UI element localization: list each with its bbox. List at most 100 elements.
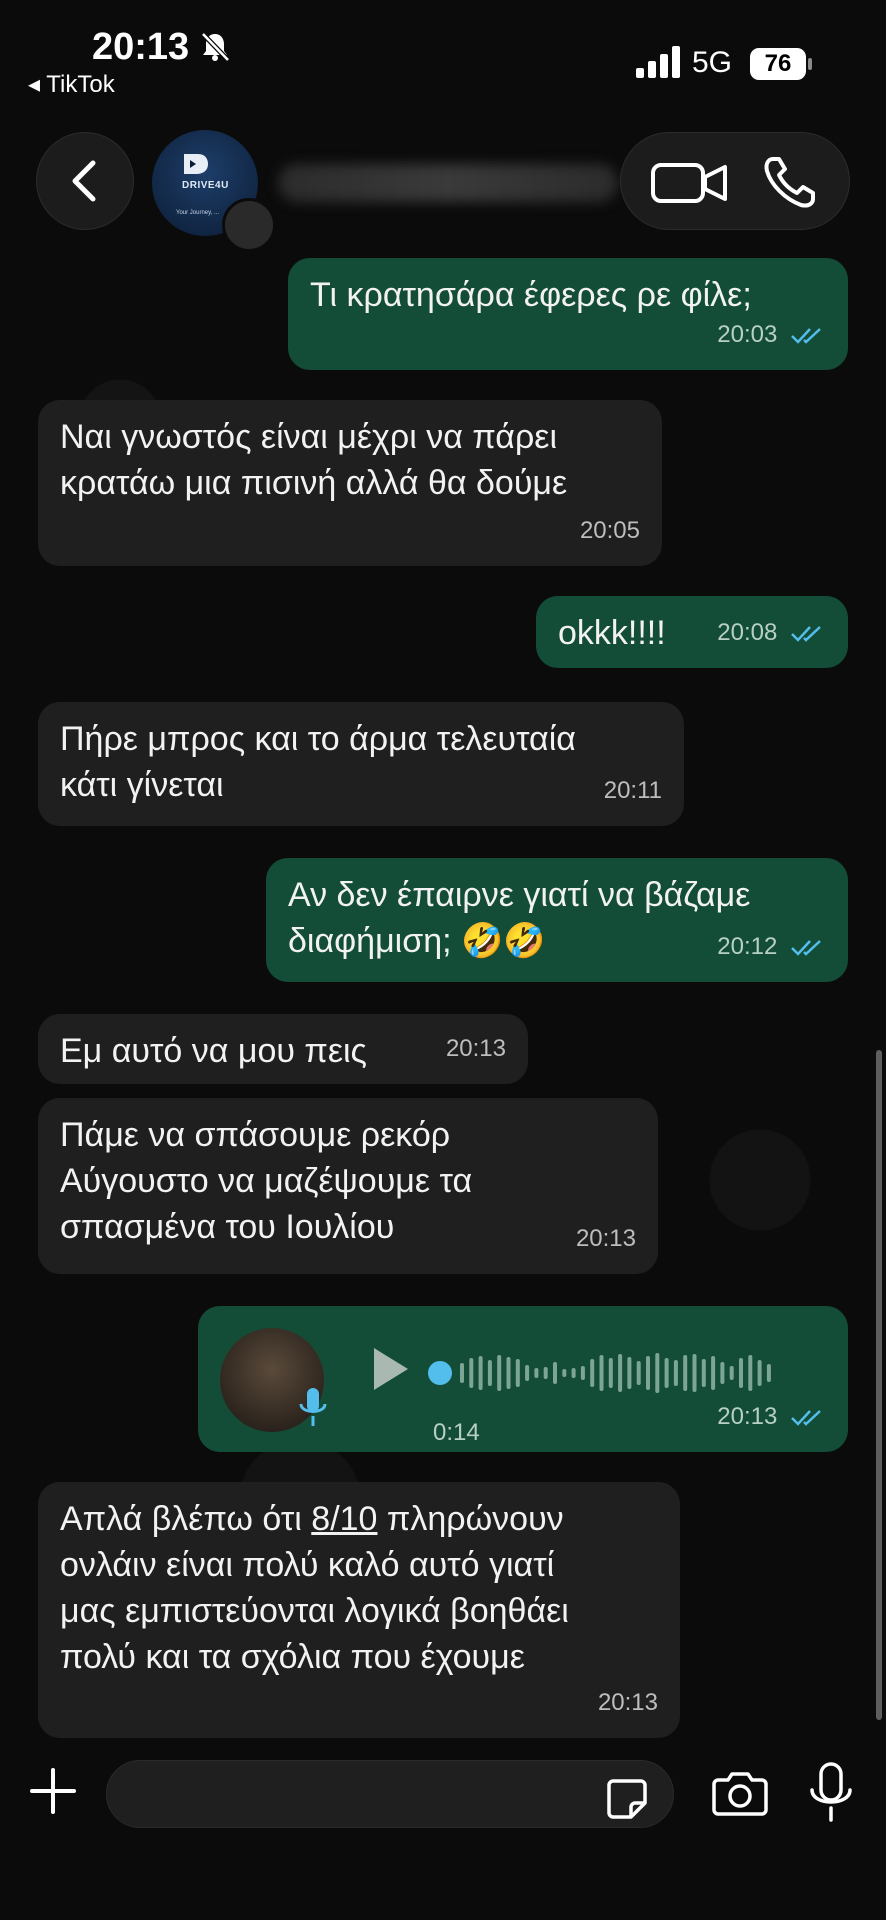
waveform-bar bbox=[580, 1366, 585, 1380]
message-meta: 20:12 bbox=[717, 924, 826, 970]
message-meta: 20:03 bbox=[717, 312, 826, 358]
microphone-icon[interactable] bbox=[808, 1762, 854, 1824]
message-meta: 20:13 bbox=[717, 1394, 826, 1440]
audio-waveform[interactable] bbox=[428, 1348, 778, 1398]
back-to-app-link[interactable]: ◂ TikTok bbox=[28, 70, 115, 99]
waveform-bar bbox=[497, 1355, 502, 1391]
waveform-bar bbox=[460, 1363, 464, 1383]
play-button[interactable] bbox=[368, 1344, 412, 1394]
waveform-bar bbox=[627, 1357, 632, 1389]
message-bubble-incoming[interactable]: Ναι γνωστός είναι μέχρι να πάρει κρατάω … bbox=[38, 400, 662, 566]
message-bubble-outgoing[interactable]: Τι κρατησάρα έφερες ρε φίλε; 20:03 bbox=[288, 258, 848, 370]
contact-name-blurred[interactable] bbox=[278, 164, 618, 202]
waveform-bar bbox=[636, 1361, 641, 1385]
message-input-container bbox=[106, 1760, 674, 1828]
message-text-line: σπασμένα του Ιουλίου bbox=[60, 1208, 395, 1246]
message-text-line: Ναι γνωστός είναι μέχρι να πάρει bbox=[60, 418, 558, 456]
message-text-line: Απλά βλέπω ότι 8/10 πληρώνουν bbox=[60, 1500, 564, 1538]
waveform-bar bbox=[506, 1357, 511, 1389]
waveform-bar bbox=[655, 1353, 660, 1393]
waveform-bar bbox=[608, 1358, 613, 1388]
message-bubble-incoming[interactable]: Εμ αυτό να μου πεις 20:13 bbox=[38, 1014, 528, 1084]
double-check-icon bbox=[791, 625, 821, 642]
double-check-icon bbox=[791, 327, 821, 344]
message-text-line: μας εμπιστεύονται λογικά βοηθάει bbox=[60, 1592, 569, 1630]
waveform-bar bbox=[478, 1356, 483, 1390]
bell-slash-icon bbox=[201, 32, 230, 62]
waveform-bar bbox=[515, 1359, 520, 1387]
message-time: 20:08 bbox=[717, 619, 778, 646]
brand-logo-icon bbox=[184, 154, 208, 174]
voice-call-button[interactable] bbox=[759, 151, 823, 213]
message-time: 20:13 bbox=[445, 1035, 506, 1062]
voice-duration: 0:14 bbox=[433, 1419, 480, 1446]
message-text-line: Αν δεν έπαιρνε γιατί να βάζαμε bbox=[288, 876, 751, 914]
double-check-icon bbox=[791, 1409, 821, 1426]
message-bubble-outgoing[interactable]: okkk!!!! 20:08 bbox=[536, 596, 848, 668]
status-time: 20:13 bbox=[92, 26, 190, 68]
waveform-bar bbox=[646, 1356, 650, 1390]
message-text-line: Πάμε να σπάσουμε ρεκόρ bbox=[60, 1116, 451, 1154]
waveform-bar bbox=[599, 1355, 604, 1391]
signal-icon bbox=[636, 46, 680, 78]
microphone-icon bbox=[299, 1388, 327, 1426]
message-text-line: ονλάιν είναι πολύ καλό αυτό γιατί bbox=[60, 1546, 555, 1584]
message-bubble-incoming[interactable]: Πάμε να σπάσουμε ρεκόρ Αύγουστο να μαζέψ… bbox=[38, 1098, 658, 1274]
message-time: 20:13 bbox=[575, 1225, 636, 1252]
message-time: 20:13 bbox=[597, 1689, 658, 1716]
waveform-bar bbox=[739, 1358, 743, 1388]
avatar-brand: DRIVE4U bbox=[182, 180, 229, 191]
voice-message-bubble[interactable]: 0:14 20:13 bbox=[198, 1306, 848, 1452]
waveform-bar bbox=[534, 1368, 539, 1378]
waveform-bar bbox=[618, 1354, 623, 1392]
waveform-bar bbox=[720, 1362, 725, 1384]
waveform-bar bbox=[487, 1360, 492, 1386]
sticker-icon[interactable] bbox=[605, 1777, 649, 1821]
message-input[interactable] bbox=[131, 1775, 595, 1811]
message-time: 20:05 bbox=[579, 517, 640, 544]
waveform-bar bbox=[543, 1367, 548, 1379]
back-button[interactable] bbox=[36, 132, 134, 230]
call-buttons bbox=[620, 132, 850, 230]
waveform-bar bbox=[673, 1360, 678, 1386]
message-text-line: Αύγουστο να μαζέψουμε τα bbox=[60, 1162, 473, 1200]
waveform-bar bbox=[748, 1355, 753, 1391]
camera-icon[interactable] bbox=[712, 1770, 768, 1816]
message-bubble-outgoing[interactable]: Αν δεν έπαιρνε γιατί να βάζαμε διαφήμιση… bbox=[266, 858, 848, 982]
message-text-line: Πήρε μπρος και το άρμα τελευταία bbox=[60, 720, 576, 758]
double-check-icon bbox=[791, 939, 821, 956]
composer-bar bbox=[0, 1738, 886, 1920]
chevron-left-icon bbox=[72, 160, 96, 202]
video-call-button[interactable] bbox=[649, 155, 733, 209]
waveform-bar bbox=[729, 1366, 734, 1380]
waveform-bar bbox=[664, 1358, 669, 1388]
message-time: 20:13 bbox=[717, 1403, 778, 1430]
scrollbar[interactable] bbox=[876, 1050, 882, 1720]
chat-header: DRIVE4U Your Journey, ... bbox=[0, 110, 886, 252]
message-time: 20:12 bbox=[717, 933, 778, 960]
battery-tip bbox=[808, 58, 812, 70]
linked-text[interactable]: 8/10 bbox=[311, 1500, 377, 1538]
message-time: 20:03 bbox=[717, 321, 778, 348]
message-bubble-incoming[interactable]: Πήρε μπρος και το άρμα τελευταία κάτι γί… bbox=[38, 702, 684, 826]
message-meta: 20:08 bbox=[717, 610, 826, 656]
avatar-tagline: Your Journey, ... bbox=[176, 210, 220, 216]
waveform-bar bbox=[562, 1369, 567, 1377]
message-bubble-incoming[interactable]: Απλά βλέπω ότι 8/10 πληρώνουν ονλάιν είν… bbox=[38, 1482, 680, 1738]
message-time: 20:11 bbox=[603, 777, 662, 804]
plus-icon[interactable] bbox=[28, 1766, 78, 1816]
waveform-bar bbox=[766, 1364, 771, 1382]
message-text-line: κάτι γίνεται bbox=[60, 766, 224, 804]
waveform-bar bbox=[590, 1359, 595, 1387]
battery-level: 76 bbox=[750, 48, 806, 80]
waveform-bar bbox=[683, 1355, 688, 1391]
waveform-bar bbox=[525, 1365, 530, 1381]
waveform-bar bbox=[553, 1362, 557, 1384]
message-text-line: πολύ και τα σχόλια που έχουμε bbox=[60, 1638, 525, 1676]
message-text: Εμ αυτό να μου πεις bbox=[60, 1032, 367, 1070]
waveform-bar bbox=[757, 1360, 762, 1386]
waveform-bar bbox=[469, 1358, 474, 1388]
message-text-line: κρατάω μια πισινή αλλά θα δούμε bbox=[60, 464, 568, 502]
status-indicator bbox=[222, 198, 276, 252]
waveform-bar bbox=[711, 1356, 716, 1390]
